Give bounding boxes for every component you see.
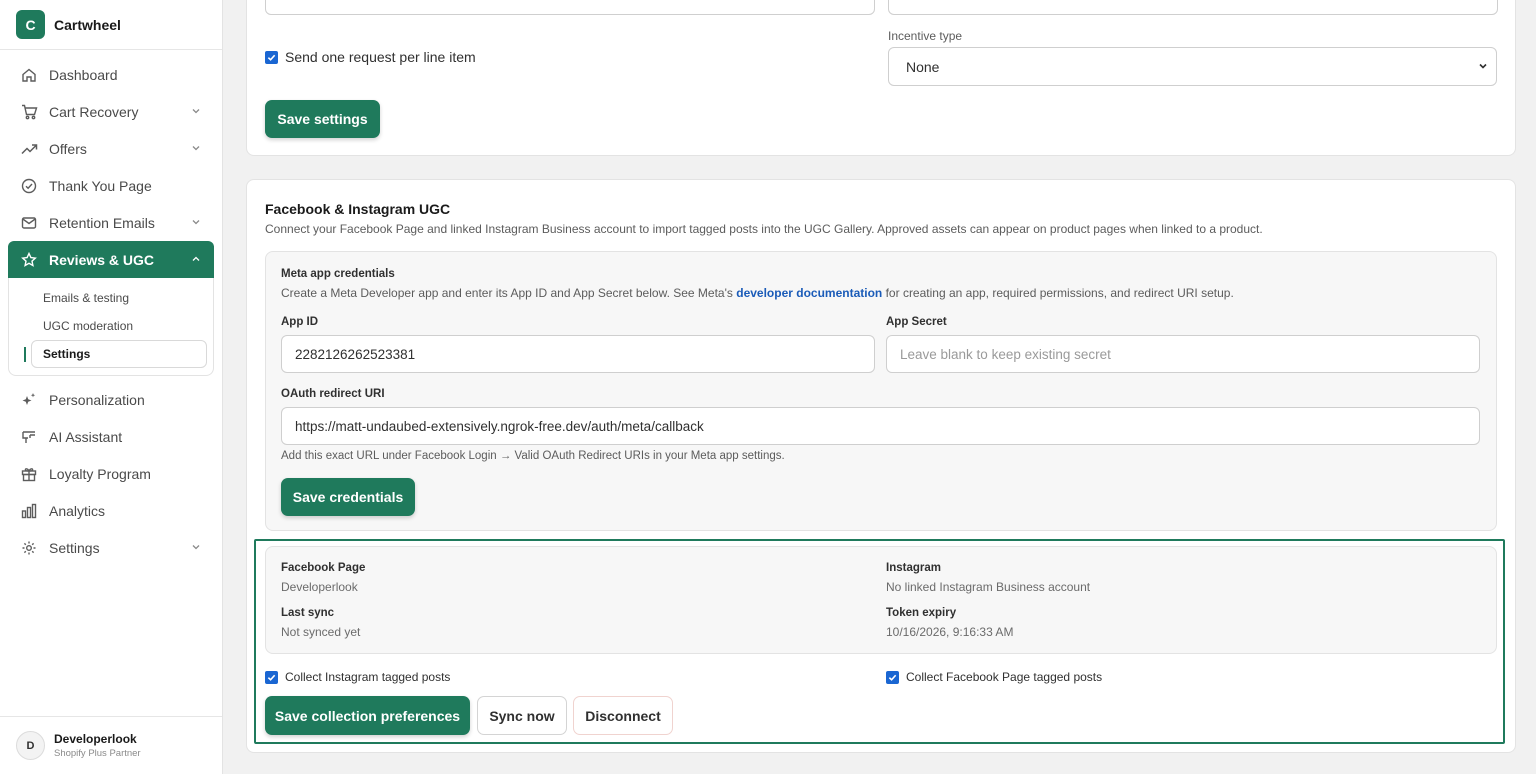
text-field-partial[interactable]	[265, 0, 875, 15]
sidebar-item-dashboard[interactable]: Dashboard	[8, 56, 214, 93]
avatar: D	[16, 731, 45, 760]
sidebar-item-settings[interactable]: Settings	[8, 529, 214, 566]
redirect-uri-label: OAuth redirect URI	[281, 388, 385, 400]
sidebar-subitem-ugc-moderation[interactable]: UGC moderation	[23, 312, 207, 340]
profile-role: Shopify Plus Partner	[54, 748, 141, 759]
sidebar-item-cart-recovery[interactable]: Cart Recovery	[8, 93, 214, 130]
brand[interactable]: C Cartwheel	[0, 0, 222, 50]
sidebar-item-personalization[interactable]: Personalization	[8, 381, 214, 418]
chevron-down-icon	[1479, 63, 1487, 69]
mail-icon	[20, 214, 38, 232]
check-circle-icon	[20, 177, 38, 195]
sidebar-subitem-settings[interactable]: Settings	[24, 340, 207, 368]
sidebar-item-label: Analytics	[49, 502, 106, 519]
sidebar-item-reviews-ugc[interactable]: Reviews & UGC	[8, 241, 214, 278]
star-icon	[20, 251, 38, 269]
save-settings-button[interactable]: Save settings	[265, 100, 380, 138]
credentials-desc-text: for creating an app, required permission…	[882, 286, 1234, 300]
save-credentials-button[interactable]: Save credentials	[281, 478, 415, 516]
chevron-up-icon	[192, 256, 200, 261]
assistant-icon	[20, 428, 38, 446]
redirect-uri-input[interactable]: https://matt-undaubed-extensively.ngrok-…	[281, 407, 1480, 445]
ugc-title: Facebook & Instagram UGC	[265, 201, 451, 217]
developer-documentation-link[interactable]: developer documentation	[736, 286, 882, 300]
trend-icon	[20, 140, 38, 158]
checkbox-label: Send one request per line item	[285, 49, 476, 65]
review-request-settings-card: Send one request per line item Incentive…	[246, 0, 1516, 156]
gift-icon	[20, 465, 38, 483]
sidebar-item-label: AI Assistant	[49, 428, 123, 445]
brand-name: Cartwheel	[54, 16, 121, 33]
send-per-line-item-checkbox[interactable]: Send one request per line item	[265, 49, 476, 65]
select-value: None	[906, 58, 940, 75]
profile[interactable]: D Developerlook Shopify Plus Partner	[0, 716, 222, 774]
incentive-type-select[interactable]: None	[888, 47, 1497, 86]
sparkle-icon	[20, 391, 38, 409]
text-field-partial[interactable]	[888, 0, 1498, 15]
credentials-desc-text: Create a Meta Developer app and enter it…	[281, 286, 737, 300]
sidebar-nav: Dashboard Cart Recovery Offers Thank You…	[0, 50, 222, 566]
sidebar-item-retention-emails[interactable]: Retention Emails	[8, 204, 214, 241]
sidebar-item-label: Loyalty Program	[49, 465, 151, 482]
ugc-description: Connect your Facebook Page and linked In…	[265, 222, 1263, 236]
app-secret-input[interactable]: Leave blank to keep existing secret	[886, 335, 1480, 373]
chevron-down-icon	[192, 220, 200, 225]
profile-name: Developerlook	[54, 732, 137, 746]
sidebar-item-label: Dashboard	[49, 66, 118, 83]
sidebar-item-label: Offers	[49, 140, 87, 157]
sidebar: C Cartwheel Dashboard Cart Recovery Offe…	[0, 0, 223, 774]
credentials-description: Create a Meta Developer app and enter it…	[281, 286, 1234, 300]
sidebar-subnav-reviews: Emails & testing UGC moderation Settings	[8, 278, 214, 376]
gear-icon	[20, 539, 38, 557]
sidebar-item-label: Personalization	[49, 391, 145, 408]
credentials-title: Meta app credentials	[281, 268, 395, 280]
incentive-type-label: Incentive type	[888, 29, 963, 43]
chevron-down-icon	[192, 545, 200, 550]
home-icon	[20, 66, 38, 84]
sidebar-item-label: Reviews & UGC	[49, 251, 155, 268]
chevron-down-icon	[192, 146, 200, 151]
sidebar-item-offers[interactable]: Offers	[8, 130, 214, 167]
redirect-uri-help: Add this exact URL under Facebook Login …	[281, 450, 785, 462]
app-secret-label: App Secret	[886, 316, 947, 328]
sidebar-item-label: Retention Emails	[49, 214, 155, 231]
app-id-input[interactable]: 2282126262523381	[281, 335, 875, 373]
sidebar-subitem-emails-testing[interactable]: Emails & testing	[23, 284, 207, 312]
bar-chart-icon	[20, 502, 38, 520]
sidebar-item-label: Thank You Page	[49, 177, 152, 194]
checkbox-checked[interactable]	[265, 50, 278, 64]
sidebar-item-ai-assistant[interactable]: AI Assistant	[8, 418, 214, 455]
chevron-down-icon	[192, 109, 200, 114]
sidebar-item-analytics[interactable]: Analytics	[8, 492, 214, 529]
app-id-label: App ID	[281, 316, 319, 328]
active-indicator	[24, 347, 26, 362]
meta-credentials-panel: Meta app credentials Create a Meta Devel…	[265, 251, 1497, 531]
brand-logo: C	[16, 10, 45, 39]
sidebar-item-loyalty-program[interactable]: Loyalty Program	[8, 455, 214, 492]
cart-icon	[20, 103, 38, 121]
focus-highlight-outline	[254, 539, 1505, 744]
sidebar-item-label: Settings	[49, 539, 100, 556]
sidebar-item-label: Cart Recovery	[49, 103, 139, 120]
sidebar-item-thank-you-page[interactable]: Thank You Page	[8, 167, 214, 204]
sidebar-subitem-label: Settings	[43, 347, 91, 361]
